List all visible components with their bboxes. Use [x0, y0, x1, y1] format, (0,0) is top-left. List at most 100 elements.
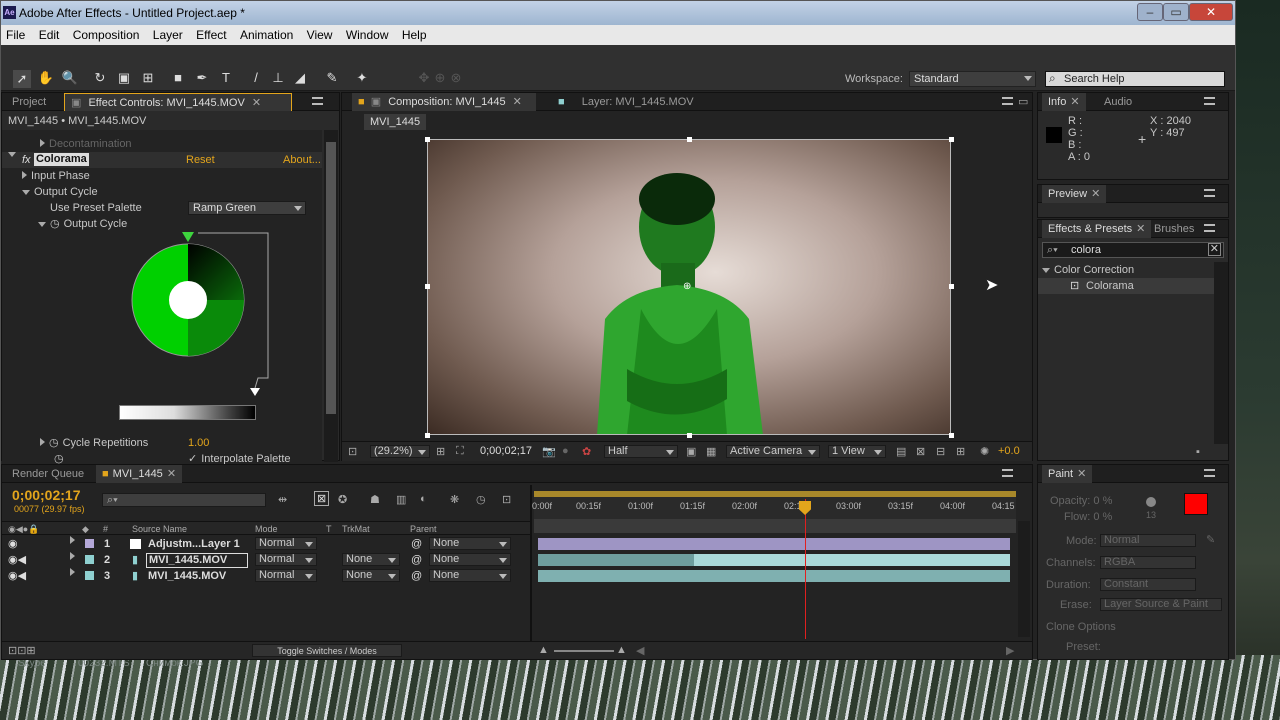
transparency-grid-icon[interactable]: ▦	[706, 445, 716, 458]
effects-scrollbar[interactable]	[1214, 262, 1228, 444]
tab-composition[interactable]: ■ ▣ Composition: MVI_1445 ✕	[352, 93, 536, 111]
comp-nav-tab[interactable]: MVI_1445	[364, 114, 427, 130]
comp-mini-flowchart-icon[interactable]: ⇹	[278, 493, 287, 506]
expand-layer-icon[interactable]	[70, 536, 75, 544]
cycle-repetitions-value[interactable]: 1.00	[188, 435, 209, 451]
work-area-bar[interactable]	[534, 491, 1016, 497]
close-tab-icon[interactable]: ✕	[1136, 223, 1145, 235]
zoom-slider[interactable]	[554, 650, 614, 652]
toggle-switches-modes-button[interactable]: Toggle Switches / Modes	[252, 644, 402, 657]
menu-window[interactable]: Window	[341, 25, 394, 45]
close-tab-icon[interactable]: ✕	[1070, 96, 1079, 108]
lock-icon[interactable]: ▣	[371, 96, 381, 108]
region-of-interest-icon[interactable]: ▣	[686, 445, 696, 458]
colorama-effect-row[interactable]: fx Colorama Reset About...	[2, 152, 322, 168]
close-tab-icon[interactable]: ✕	[1091, 188, 1100, 200]
frame-blending-icon[interactable]: ▥	[396, 493, 406, 506]
menu-edit[interactable]: Edit	[34, 25, 65, 45]
hand-tool-icon[interactable]: ✋	[37, 69, 55, 87]
layer-mode-select[interactable]: Normal	[255, 537, 317, 550]
close-tab-icon[interactable]: ✕	[1077, 468, 1086, 480]
layer-parent-select[interactable]: None	[429, 553, 511, 566]
zoom-tool-icon[interactable]: 🔍	[61, 69, 79, 87]
layer-label-swatch[interactable]	[85, 555, 94, 564]
paint-opacity[interactable]: Opacity: 0 %	[1050, 493, 1112, 509]
close-tab-icon[interactable]: ✕	[252, 97, 261, 109]
close-icon[interactable]: ✕	[1189, 3, 1233, 21]
layer-bar-1[interactable]	[538, 538, 1010, 550]
clone-stamp-tool-icon[interactable]: ⊥	[269, 69, 287, 87]
close-tab-icon[interactable]: ✕	[513, 96, 522, 108]
live-update-icon[interactable]: ⊠	[314, 491, 330, 506]
layer-trkmat-select[interactable]: None	[342, 553, 400, 566]
layer-mode-select[interactable]: Normal	[255, 569, 317, 582]
camera-select[interactable]: Active Camera	[726, 445, 820, 458]
pen-tool-icon[interactable]: ✒	[193, 69, 211, 87]
output-cycle-wheel[interactable]	[112, 230, 282, 420]
graph-editor-icon[interactable]: ⊡	[502, 493, 511, 506]
transform-handle[interactable]	[425, 433, 430, 438]
panel-menu-icon[interactable]	[1002, 469, 1013, 477]
layer-parent-select[interactable]: None	[429, 569, 511, 582]
rotate-tool-icon[interactable]: ↻	[91, 69, 109, 87]
paint-mode-select[interactable]: Normal	[1100, 534, 1196, 547]
tab-timeline-comp[interactable]: ■ MVI_1445 ✕	[96, 465, 183, 483]
layer-mode-select[interactable]: Normal	[255, 553, 317, 566]
layer-bar-3[interactable]	[538, 570, 1010, 582]
draft-3d-icon[interactable]: ✪	[338, 493, 347, 506]
always-preview-icon[interactable]: ⊡	[348, 445, 357, 458]
maximize-panel-icon[interactable]: ▭	[1018, 95, 1028, 108]
menu-file[interactable]: File	[1, 25, 30, 45]
layer-name[interactable]: MVI_1445.MOV	[146, 553, 248, 568]
layer-trkmat-select[interactable]: None	[342, 569, 400, 582]
menu-composition[interactable]: Composition	[68, 25, 145, 45]
menu-effect[interactable]: Effect	[191, 25, 231, 45]
stopwatch-icon[interactable]: ◷	[49, 437, 59, 449]
brainstorm-icon[interactable]: ❋	[450, 493, 459, 506]
tab-layer[interactable]: ■ Layer: MVI_1445.MOV	[552, 93, 700, 111]
motion-blur-icon[interactable]: ◐	[420, 493, 427, 505]
reset-link[interactable]: Reset	[186, 152, 215, 168]
scroll-left-icon[interactable]: ◀	[636, 644, 644, 657]
color-correction-category[interactable]: Color Correction	[1042, 262, 1134, 278]
rectangle-tool-icon[interactable]: ■	[169, 69, 187, 87]
layer-label-swatch[interactable]	[85, 571, 94, 580]
preset-palette-select[interactable]: Ramp Green	[188, 201, 306, 215]
title-bar[interactable]: Ae Adobe After Effects - Untitled Projec…	[1, 1, 1235, 25]
resolution-select[interactable]: Half	[604, 445, 678, 458]
expand-layer-switches-icon[interactable]: ⊡⊡⊞	[8, 644, 36, 657]
layer-name[interactable]: Adjustm...Layer 1	[148, 536, 240, 552]
camera-tool-icon[interactable]: ▣	[115, 69, 133, 87]
effect-controls-scrollbar[interactable]	[324, 130, 338, 462]
menu-animation[interactable]: Animation	[235, 25, 298, 45]
parent-pickwhip-icon[interactable]: @	[411, 536, 422, 552]
hide-shy-icon[interactable]: ☗	[370, 493, 380, 506]
axis-view-icon[interactable]: ⊗	[447, 69, 465, 87]
zoom-in-icon[interactable]: ▲	[616, 644, 627, 656]
visibility-eye-icon[interactable]: ◉◀	[8, 552, 26, 568]
paint-flow[interactable]: Flow: 0 %	[1064, 509, 1112, 525]
expand-layer-icon[interactable]	[70, 568, 75, 576]
layer-row-2[interactable]: ◉◀ 2 ▮ MVI_1445.MOV Normal None @ None	[2, 552, 530, 568]
new-folder-icon[interactable]: ▪	[1196, 446, 1200, 458]
auto-keyframe-icon[interactable]: ◷	[476, 493, 486, 506]
tab-effects-presets[interactable]: Effects & Presets ✕	[1042, 220, 1152, 238]
decontamination-row[interactable]: Decontamination	[40, 136, 132, 152]
input-phase-row[interactable]: Input Phase	[22, 168, 90, 184]
current-time-indicator[interactable]	[805, 499, 806, 639]
transform-handle[interactable]	[425, 284, 430, 289]
puppet-pin-tool-icon[interactable]: ✦	[353, 69, 371, 87]
menu-help[interactable]: Help	[397, 25, 432, 45]
paint-erase-select[interactable]: Layer Source & Paint	[1100, 598, 1222, 611]
transform-handle[interactable]	[687, 137, 692, 142]
paint-duration-select[interactable]: Constant	[1100, 578, 1196, 591]
cycle-repetitions-row[interactable]: ◷ Cycle Repetitions	[40, 435, 148, 451]
colorama-effect-item[interactable]: ⊡ Colorama	[1038, 278, 1214, 294]
visibility-eye-icon[interactable]: ◉	[8, 536, 18, 552]
transform-handle[interactable]	[949, 433, 954, 438]
menu-view[interactable]: View	[302, 25, 338, 45]
parent-pickwhip-icon[interactable]: @	[411, 568, 422, 584]
tab-brushes[interactable]: Brushes	[1148, 220, 1200, 238]
exposure-value[interactable]: +0.0	[998, 445, 1020, 457]
stopwatch-icon[interactable]: ◷	[50, 218, 60, 230]
